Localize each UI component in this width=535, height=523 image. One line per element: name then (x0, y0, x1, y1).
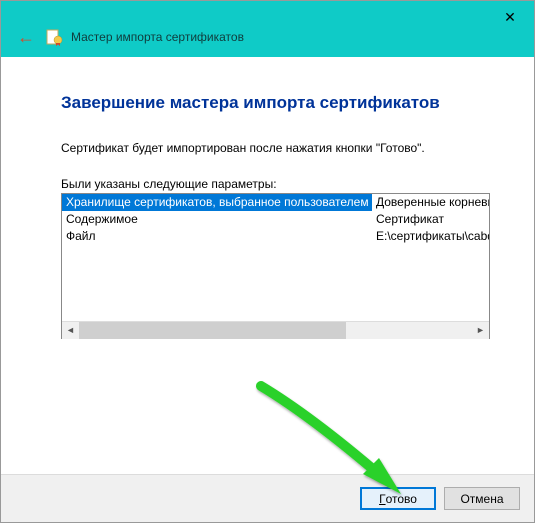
scroll-right-icon[interactable]: ► (472, 322, 489, 339)
finish-button[interactable]: Готово (360, 487, 436, 510)
cancel-button[interactable]: Отмена (444, 487, 520, 510)
table-body[interactable]: Хранилище сертификатов, выбранное пользо… (62, 194, 489, 321)
cell-param-name: Содержимое (62, 211, 372, 228)
close-button[interactable]: ✕ (498, 7, 522, 27)
titlebar: ✕ ← Мастер импорта сертификатов (1, 1, 534, 57)
parameters-table: Хранилище сертификатов, выбранное пользо… (61, 193, 490, 339)
window-title: Мастер импорта сертификатов (71, 30, 244, 44)
footer-bar: Готово Отмена (1, 474, 534, 522)
description-text: Сертификат будет импортирован после нажа… (61, 141, 490, 155)
content-area: Завершение мастера импорта сертификатов … (1, 57, 534, 359)
back-icon[interactable]: ← (17, 27, 35, 48)
scroll-track[interactable] (79, 322, 472, 339)
scroll-left-icon[interactable]: ◄ (62, 322, 79, 339)
scroll-thumb[interactable] (79, 322, 346, 339)
cell-param-name: Хранилище сертификатов, выбранное пользо… (62, 194, 372, 211)
cell-param-value: Сертификат (372, 211, 489, 228)
cell-param-value: E:\сертификаты\cabd2a79a (372, 228, 489, 245)
parameters-label: Были указаны следующие параметры: (61, 177, 490, 191)
page-heading: Завершение мастера импорта сертификатов (61, 93, 490, 113)
certificate-icon (45, 28, 63, 46)
table-row[interactable]: Файл E:\сертификаты\cabd2a79a (62, 228, 489, 245)
cell-param-name: Файл (62, 228, 372, 245)
table-row[interactable]: Хранилище сертификатов, выбранное пользо… (62, 194, 489, 211)
table-row[interactable]: Содержимое Сертификат (62, 211, 489, 228)
cell-param-value: Доверенные корневые цен (372, 194, 489, 211)
horizontal-scrollbar[interactable]: ◄ ► (62, 321, 489, 338)
